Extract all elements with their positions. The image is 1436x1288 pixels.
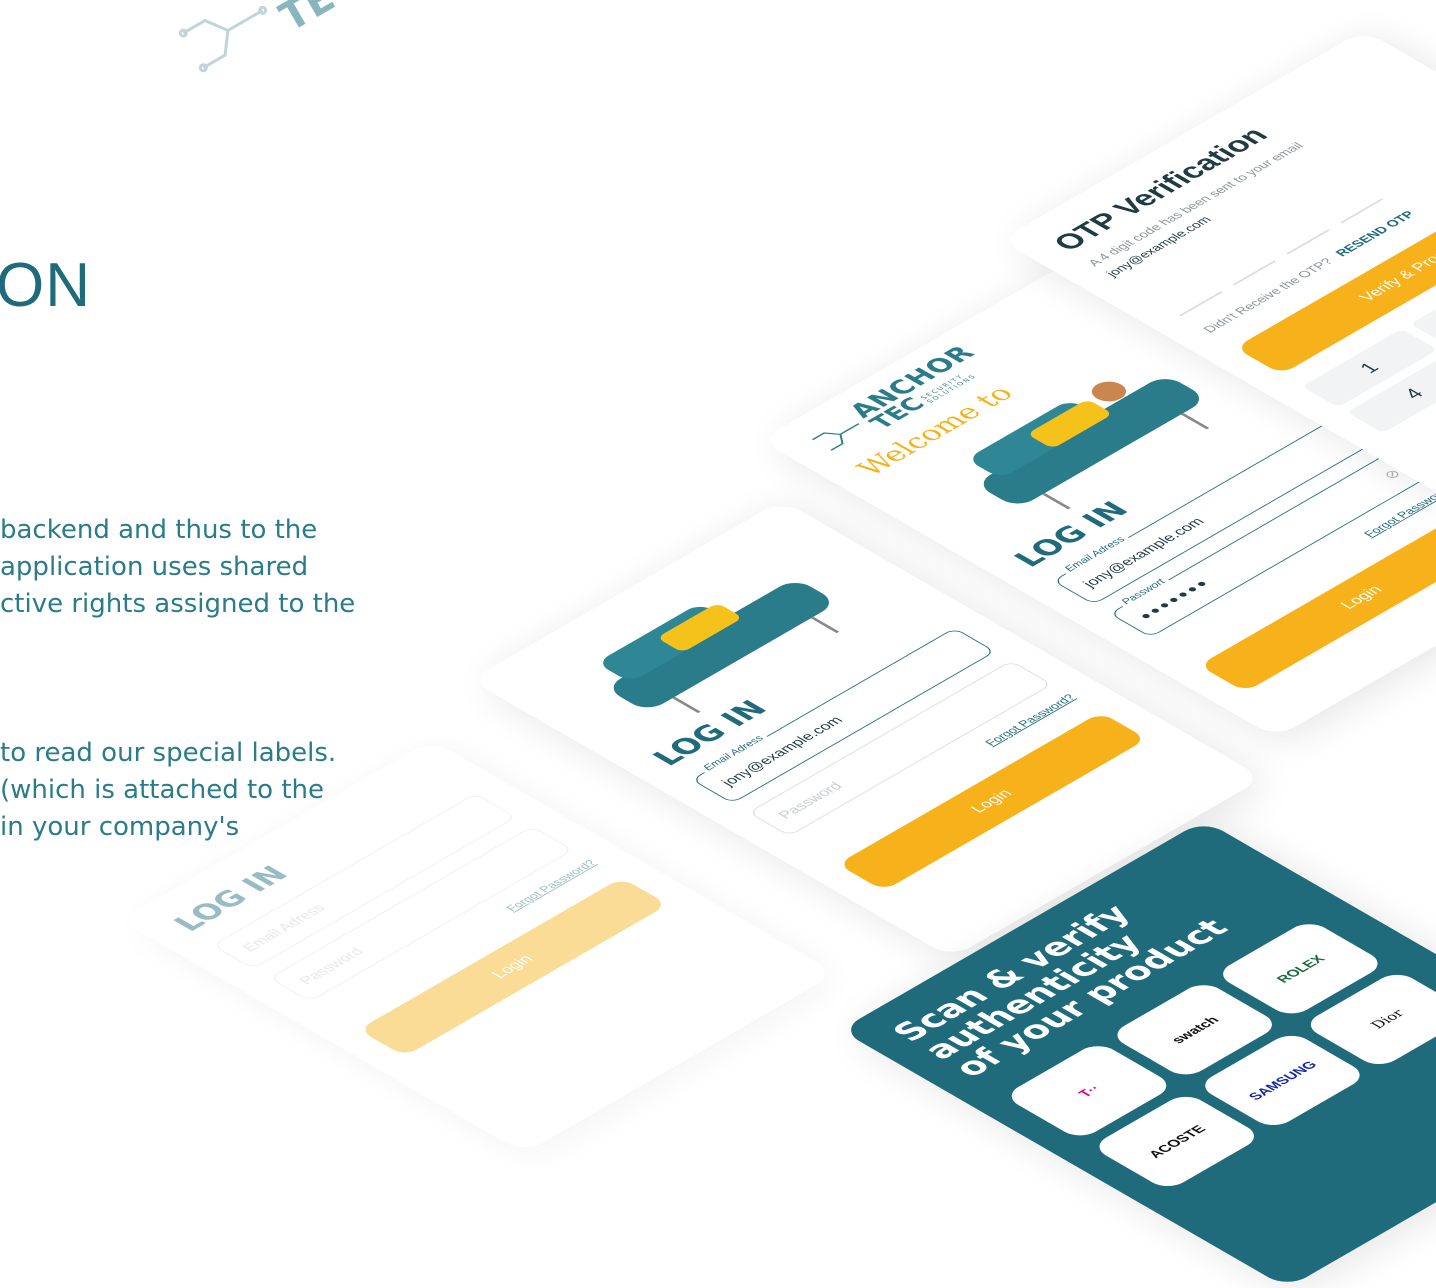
password-placeholder: Password <box>774 779 846 822</box>
paragraph-1-line: backend and thus to the <box>0 515 318 545</box>
circuit-logo-icon <box>178 5 268 73</box>
paragraph-2-line: (which is attached to the <box>0 775 325 805</box>
logo-tec: TEC <box>272 0 368 41</box>
paragraph-1-line: ctive rights assigned to the <box>0 589 356 619</box>
otp-digit-input[interactable] <box>1245 205 1330 255</box>
otp-digit-input[interactable] <box>1298 174 1384 224</box>
slide-heading: ON <box>0 251 91 320</box>
password-value: ••••••• <box>1131 574 1219 625</box>
otp-digit-input[interactable] <box>1191 236 1277 286</box>
password-placeholder: Password <box>295 945 367 987</box>
otp-title: OTP Verification <box>1046 123 1276 256</box>
otp-digit-input[interactable] <box>1137 267 1223 317</box>
paragraph-2-line: to read our special labels. <box>0 738 337 768</box>
background-logo: ANCHOR TECSECURITY SOLUTIONS <box>170 0 522 85</box>
paragraph-1: backend and thus to the application uses… <box>0 512 355 623</box>
email-placeholder: Email Adress <box>238 901 329 954</box>
paragraph-1-line: application uses shared <box>0 552 309 582</box>
